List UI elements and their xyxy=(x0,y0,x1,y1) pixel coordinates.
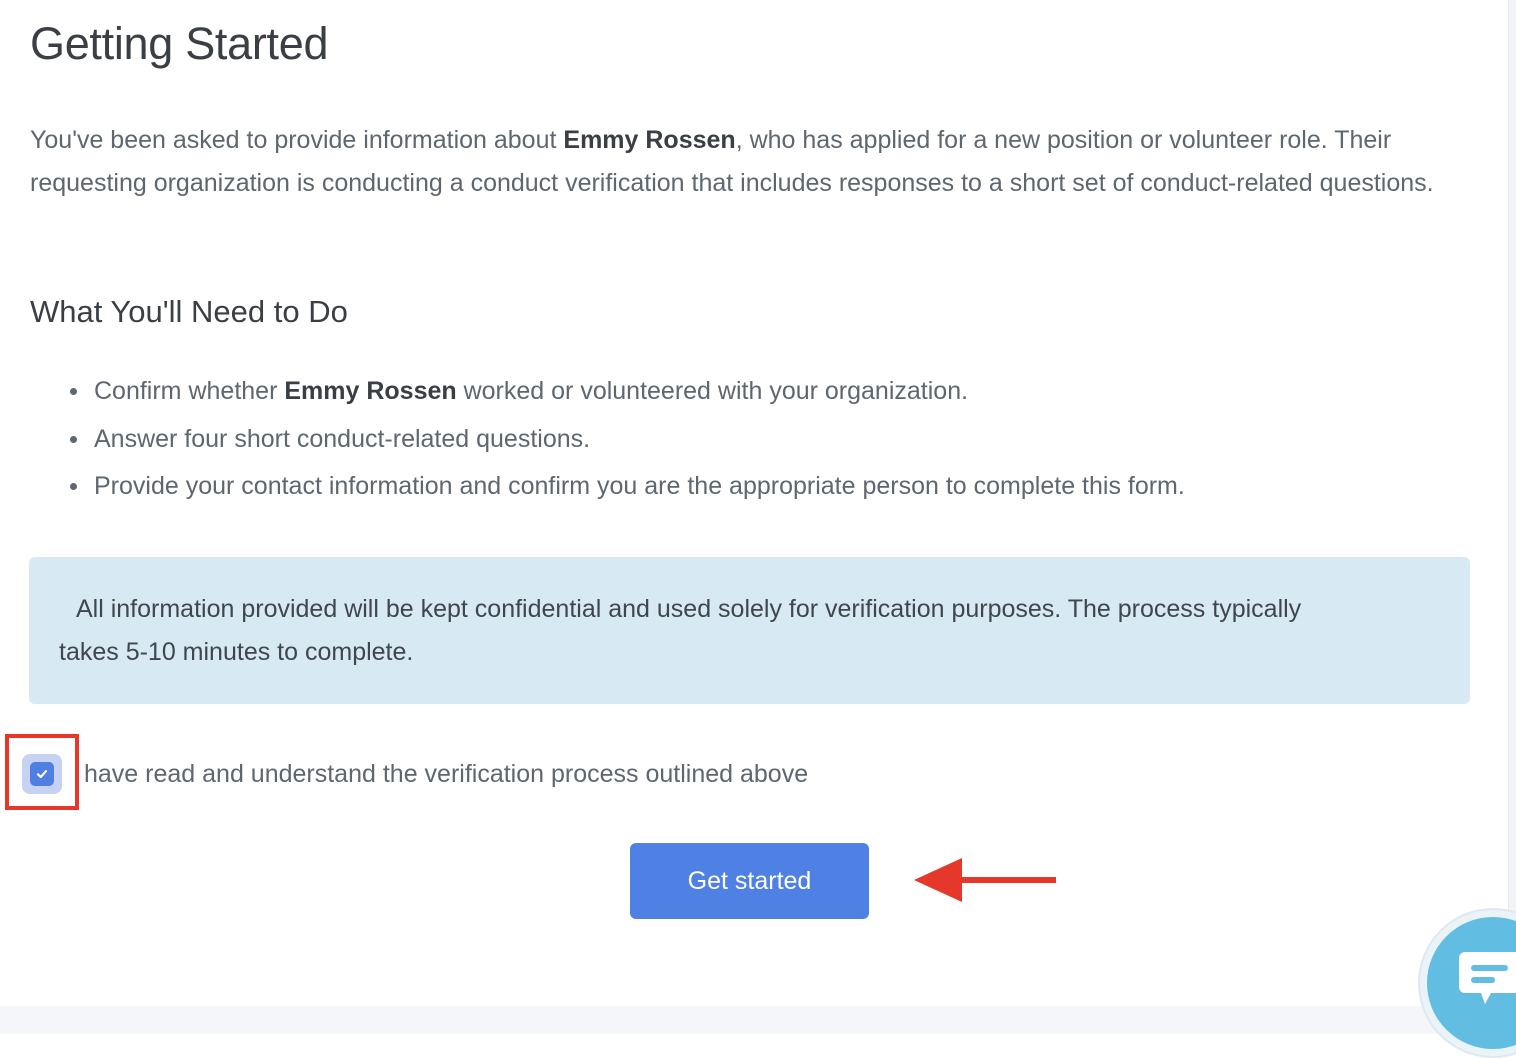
get-started-button[interactable]: Get started xyxy=(630,843,869,919)
section-title: What You'll Need to Do xyxy=(30,294,348,329)
footer-band xyxy=(0,1006,1516,1034)
red-arrow-left-icon xyxy=(914,858,1056,902)
requirements-list: Confirm whether Emmy Rossen worked or vo… xyxy=(70,368,1185,511)
list-item: Provide your contact information and con… xyxy=(70,463,1185,511)
chat-bubble-icon xyxy=(1459,952,1516,1004)
acknowledge-label[interactable]: have read and understand the verificatio… xyxy=(84,756,808,792)
list-item: Answer four short conduct-related questi… xyxy=(70,416,1185,464)
applicant-name: Emmy Rossen xyxy=(563,126,736,154)
notice-text: All information provided will be kept co… xyxy=(59,595,1302,666)
checkmark-icon xyxy=(36,770,48,779)
intro-prefix: You've been asked to provide information… xyxy=(30,126,564,154)
chat-widget-circle xyxy=(1427,917,1516,1049)
list-item: Confirm whether Emmy Rossen worked or vo… xyxy=(70,368,1185,416)
list-item-prefix: Confirm whether xyxy=(94,377,285,405)
intro-paragraph: You've been asked to provide information… xyxy=(30,119,1470,205)
acknowledge-checkbox[interactable] xyxy=(22,754,62,794)
verification-page: Getting Started You've been asked to pro… xyxy=(0,0,1508,1006)
list-item-applicant-name: Emmy Rossen xyxy=(284,377,457,405)
page-right-edge xyxy=(1508,0,1516,1034)
list-item-suffix: worked or volunteered with your organiza… xyxy=(456,377,969,405)
confidentiality-notice: All information provided will be kept co… xyxy=(29,557,1470,704)
checkbox-box xyxy=(30,762,54,786)
page-title: Getting Started xyxy=(30,18,329,69)
